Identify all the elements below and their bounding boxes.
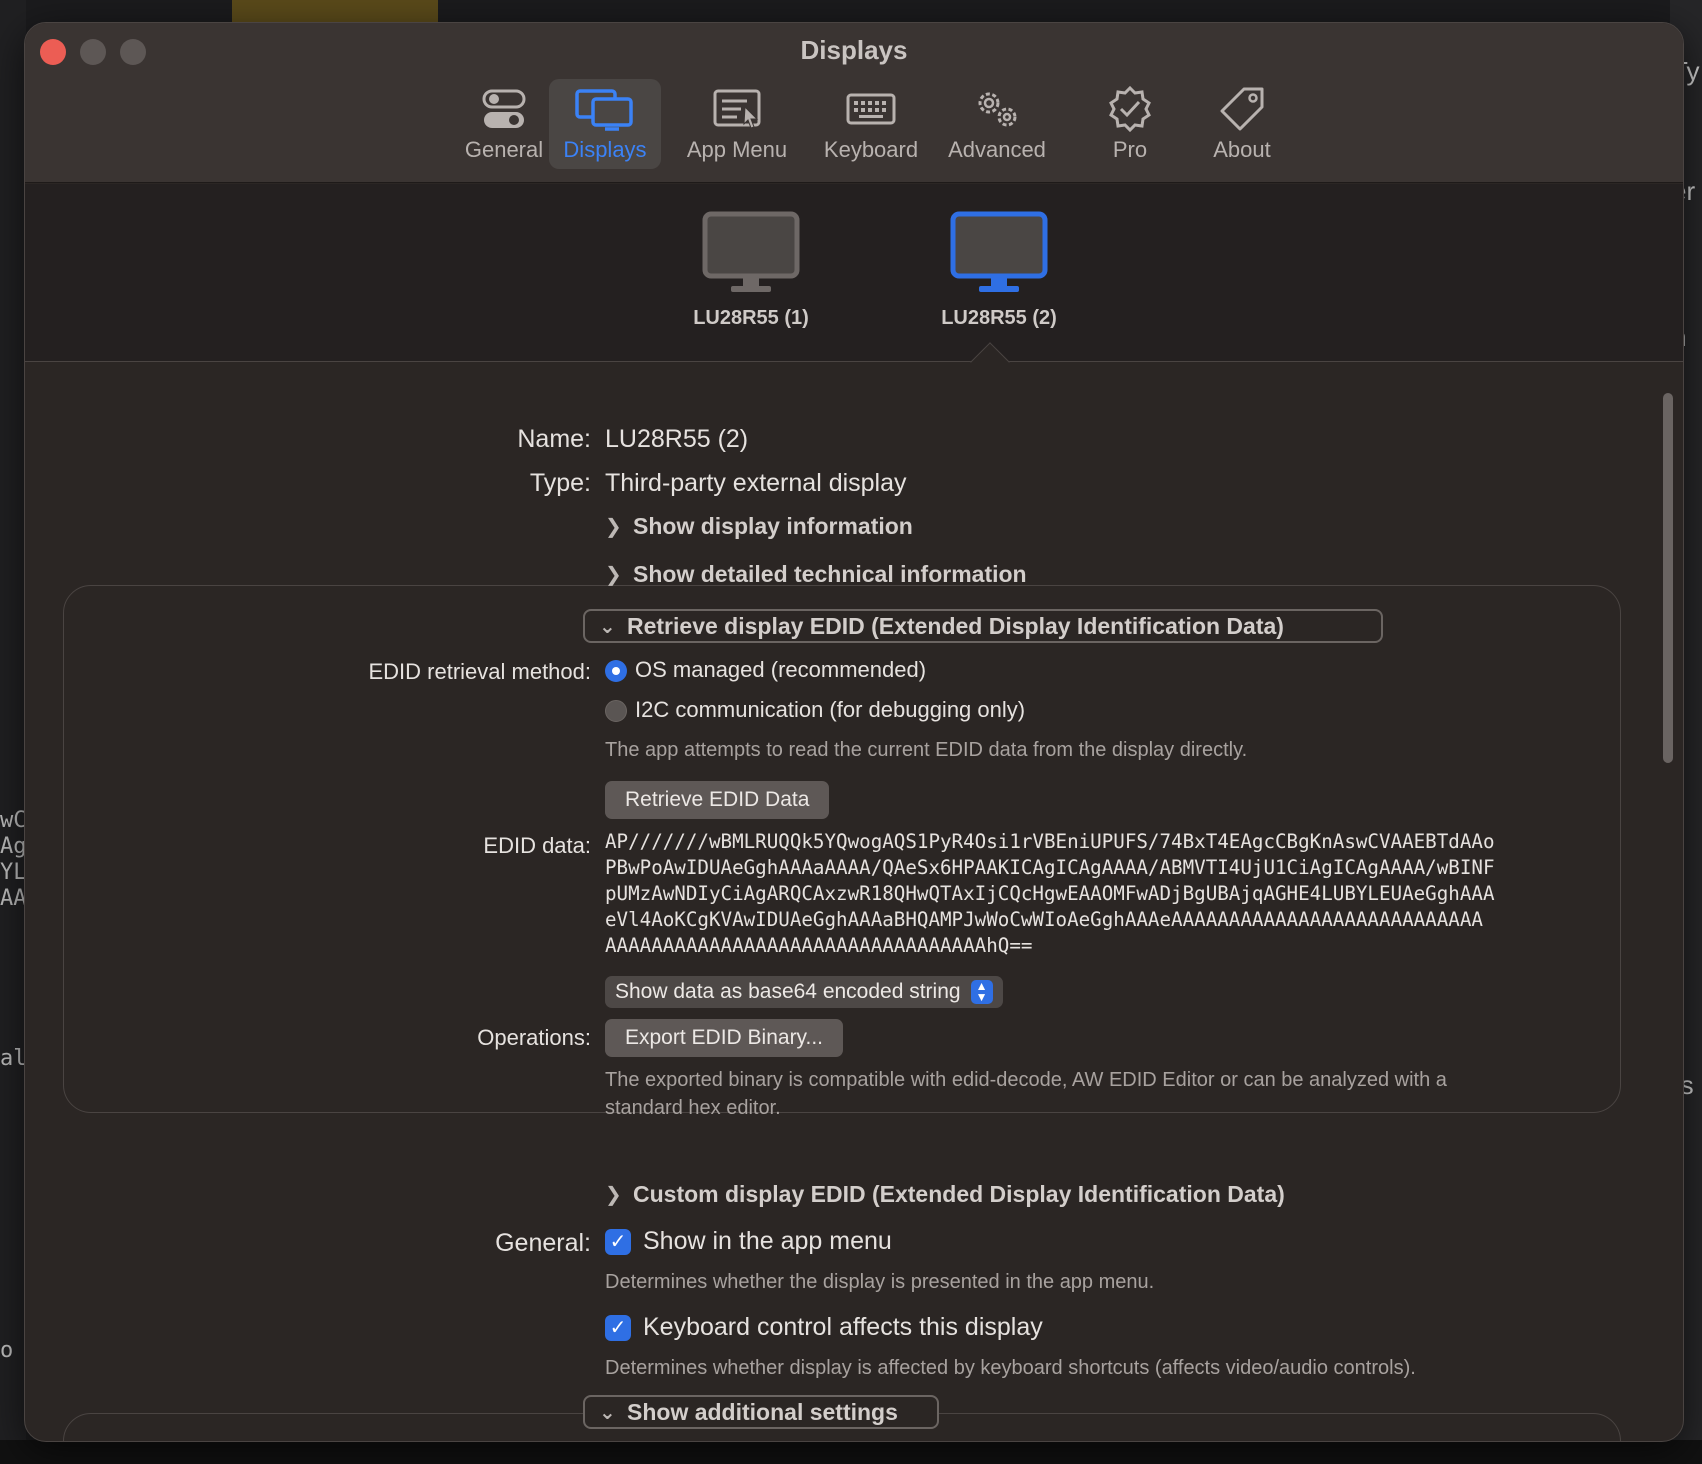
display-label: LU28R55 (1) — [693, 307, 809, 329]
tab-label: Keyboard — [823, 137, 919, 162]
keyboard-icon — [846, 93, 896, 125]
radio-label: OS managed (recommended) — [635, 657, 927, 682]
checkmark-icon: ✓ — [605, 1229, 631, 1256]
export-edid-button[interactable]: Export EDID Binary... — [605, 1019, 844, 1057]
tab-label: General — [464, 137, 544, 162]
chevron-right-icon: ❯ — [605, 564, 622, 586]
retrieve-edid-button[interactable]: Retrieve EDID Data — [605, 781, 830, 819]
checkmark-icon: ✓ — [605, 1315, 631, 1342]
tab-label: Displays — [563, 137, 647, 162]
chevron-right-icon: ❯ — [605, 516, 622, 538]
tab-label: App Menu — [686, 137, 788, 162]
settings-window: Displays General Displays App Menu Keybo… — [24, 22, 1684, 1442]
tab-displays[interactable]: Displays — [549, 79, 661, 169]
badge-check-icon — [1109, 85, 1151, 133]
tab-general[interactable]: General — [449, 79, 559, 169]
export-help-line1: The exported binary is compatible with e… — [605, 1069, 1447, 1091]
show-technical-info-disclosure[interactable]: ❯ Show detailed technical information — [605, 561, 1027, 588]
radio-label: I2C communication (for debugging only) — [635, 697, 1026, 722]
edid-data-text[interactable]: AP///////wBMLRUQQk5YQwogAQS1PyR4Osi1rVBE… — [605, 829, 1645, 959]
edid-line: AP///////wBMLRUQQk5YQwogAQS1PyR4Osi1rVBE… — [605, 830, 1495, 853]
export-help-line2: standard hex editor. — [605, 1097, 781, 1119]
chevron-right-icon: ❯ — [605, 1184, 622, 1206]
name-value: LU28R55 (2) — [605, 425, 749, 453]
display-picker: LU28R55 (1) LU28R55 (2) — [25, 184, 1683, 382]
background-window-left: wC Ag YL AA aly o c — [0, 0, 40, 1464]
bg-text: AA — [0, 886, 27, 911]
tab-label: About — [1213, 137, 1271, 162]
display-option-2[interactable]: LU28R55 (2) — [919, 210, 1079, 330]
edid-line: PBwPoAwIDUAeGghAAAaAAAA/QAeSx6HPAAKICAgI… — [605, 856, 1495, 879]
preferences-toolbar: General Displays App Menu Keyboard Advan… — [25, 79, 1683, 177]
custom-edid-disclosure[interactable]: ❯ Custom display EDID (Extended Display … — [605, 1181, 1285, 1208]
edid-line: eVl4AoKCgKVAwIDUAeGghAAAaBHQAMPJwWoCwWIo… — [605, 908, 1483, 931]
edid-method-label: EDID retrieval method: — [368, 659, 591, 684]
tab-about[interactable]: About — [1187, 79, 1297, 169]
tab-label: Pro — [1112, 137, 1148, 162]
monitor-icon — [950, 211, 1048, 292]
tab-label: Advanced — [948, 137, 1046, 162]
titlebar: Displays General Displays App Menu Keybo… — [25, 23, 1683, 183]
type-label: Type: — [529, 469, 591, 497]
edid-line: pUMzAwNDIyCiAgARQCAxzwR18QHwQTAxIjCQcHgw… — [605, 882, 1495, 905]
edid-format-select[interactable]: Show data as base64 encoded string ▲ ▼ — [605, 976, 1003, 1008]
desktop-wallpaper-fragment — [232, 0, 438, 22]
keyboard-control-checkbox[interactable]: ✓ Keyboard control affects this display — [605, 1313, 1043, 1342]
display-option-1[interactable]: LU28R55 (1) — [671, 210, 831, 330]
monitor-icon — [702, 211, 800, 292]
tab-pro[interactable]: Pro — [1075, 79, 1185, 169]
gears-icon — [978, 92, 1017, 127]
retrieve-edid-disclosure[interactable]: ⌄ Retrieve display EDID (Extended Displa… — [583, 609, 1383, 643]
select-value: Show data as base64 encoded string — [615, 980, 961, 1003]
disclosure-label: Show detailed technical information — [633, 561, 1027, 587]
desktop-bottom — [0, 1440, 1702, 1464]
show-in-menu-help: Determines whether the display is presen… — [605, 1271, 1155, 1293]
app-menu-icon — [713, 89, 761, 129]
vertical-scrollbar[interactable] — [1663, 393, 1673, 763]
disclosure-label: Retrieve display EDID (Extended Display … — [627, 612, 1284, 639]
show-display-info-disclosure[interactable]: ❯ Show display information — [605, 513, 913, 540]
display-label: LU28R55 (2) — [941, 307, 1057, 329]
type-value: Third-party external display — [605, 469, 907, 497]
disclosure-label: Custom display EDID (Extended Display Id… — [633, 1181, 1285, 1207]
bg-text: wC — [0, 808, 27, 833]
tab-keyboard[interactable]: Keyboard — [809, 79, 933, 169]
operations-label: Operations: — [477, 1025, 591, 1050]
chevron-down-icon: ⌄ — [599, 1401, 616, 1424]
window-title: Displays — [800, 35, 908, 65]
tag-icon — [1220, 87, 1264, 131]
radio-os-managed[interactable]: OS managed (recommended) — [605, 657, 926, 683]
additional-settings-disclosure[interactable]: ⌄ Show additional settings — [583, 1395, 939, 1429]
general-label: General: — [495, 1229, 591, 1257]
radio-selected-icon — [605, 660, 627, 683]
display-settings-pane: Name: LU28R55 (2) Type: Third-party exte… — [25, 363, 1683, 1441]
disclosure-label: Show additional settings — [627, 1398, 898, 1425]
checkbox-label: Keyboard control affects this display — [643, 1313, 1043, 1341]
name-label: Name: — [517, 425, 591, 453]
checkbox-label: Show in the app menu — [643, 1227, 892, 1255]
radio-unselected-icon — [605, 700, 627, 723]
radio-i2c[interactable]: I2C communication (for debugging only) — [605, 697, 1025, 723]
edid-line: AAAAAAAAAAAAAAAAAAAAAAAAAAAAAAAAAhQ== — [605, 934, 1033, 957]
tab-app-menu[interactable]: App Menu — [671, 79, 803, 169]
toggle-switches-icon — [482, 89, 526, 128]
keyboard-control-help: Determines whether display is affected b… — [605, 1357, 1416, 1379]
show-in-menu-checkbox[interactable]: ✓ Show in the app menu — [605, 1227, 892, 1256]
chevron-down-icon: ⌄ — [599, 615, 616, 638]
displays-icon — [575, 89, 633, 131]
updown-chevron-icon: ▲ ▼ — [970, 980, 993, 1004]
disclosure-label: Show display information — [633, 513, 913, 539]
tab-advanced[interactable]: Advanced — [935, 79, 1059, 169]
edid-data-label: EDID data: — [483, 833, 591, 858]
bg-text: YL — [0, 860, 27, 885]
edid-method-help: The app attempts to read the current EDI… — [605, 739, 1248, 761]
bg-text: Ag — [0, 834, 27, 859]
